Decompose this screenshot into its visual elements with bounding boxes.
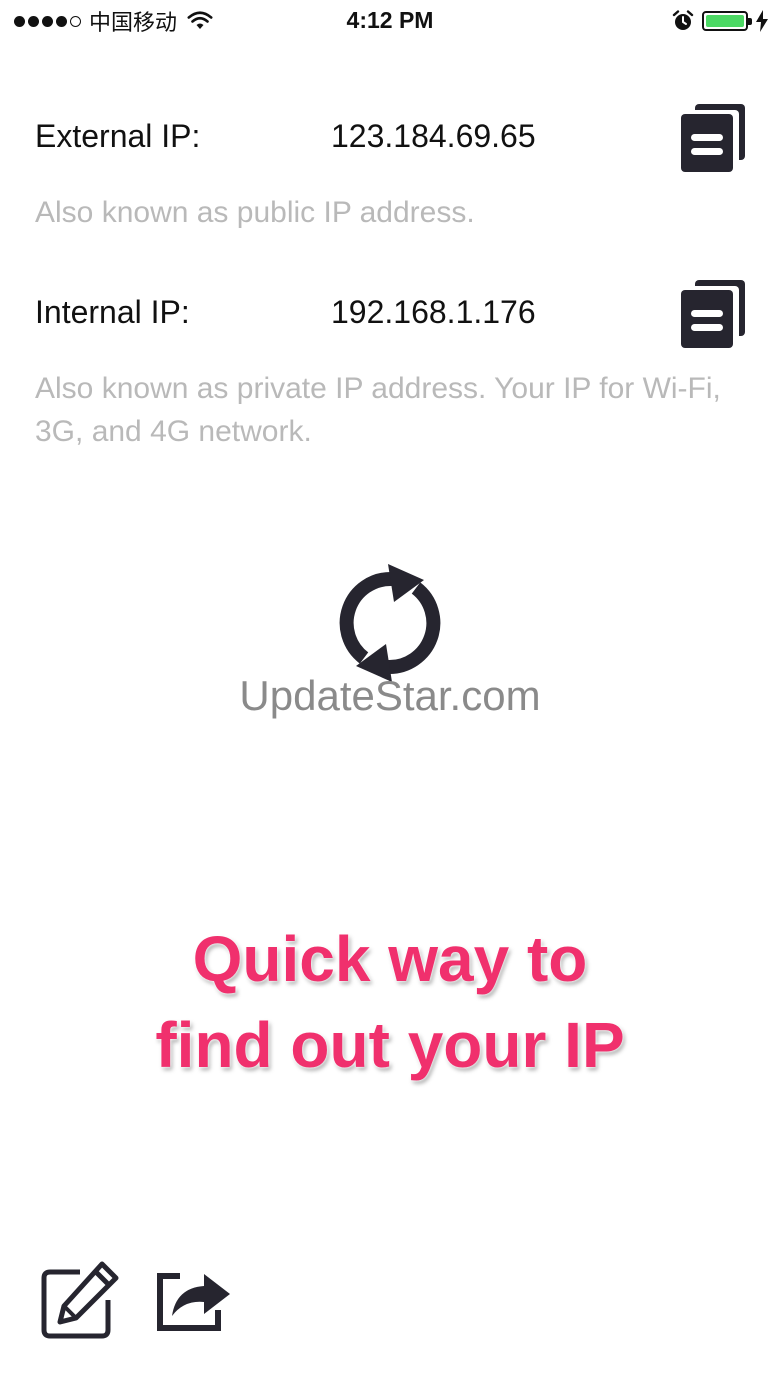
copy-icon	[681, 280, 745, 348]
internal-ip-description: Also known as private IP address. Your I…	[35, 372, 721, 448]
status-bar: 中国移动 4:12 PM	[0, 0, 780, 42]
copy-icon	[681, 104, 745, 172]
edit-icon	[41, 1261, 119, 1339]
share-icon	[157, 1273, 230, 1331]
charging-bolt-icon	[756, 10, 768, 32]
external-ip-row: External IP: 123.184.69.65	[35, 104, 745, 174]
alarm-icon	[672, 10, 694, 30]
promo-line-1: Quick way to	[192, 923, 588, 995]
internal-ip-value: 192.168.1.176	[331, 294, 536, 330]
refresh-icon	[339, 564, 441, 682]
refresh-button[interactable]	[332, 562, 448, 684]
promo-line-2: find out your IP	[155, 1009, 625, 1081]
internal-ip-row: Internal IP: 192.168.1.176	[35, 280, 745, 350]
battery-icon	[702, 11, 752, 31]
copy-external-ip-button[interactable]	[681, 104, 745, 172]
watermark-text: UpdateStar.com	[239, 672, 541, 719]
internal-ip-label: Internal IP:	[35, 294, 190, 330]
external-ip-value: 123.184.69.65	[331, 118, 536, 154]
status-right	[672, 8, 768, 34]
promo-caption: Quick way to find out your IP	[0, 916, 780, 1088]
status-time: 4:12 PM	[346, 7, 434, 33]
external-ip-label: External IP:	[35, 118, 201, 154]
edit-button[interactable]	[40, 1260, 120, 1340]
external-ip-description: Also known as public IP address.	[35, 196, 475, 229]
copy-internal-ip-button[interactable]	[681, 280, 745, 348]
share-button[interactable]	[152, 1260, 232, 1340]
